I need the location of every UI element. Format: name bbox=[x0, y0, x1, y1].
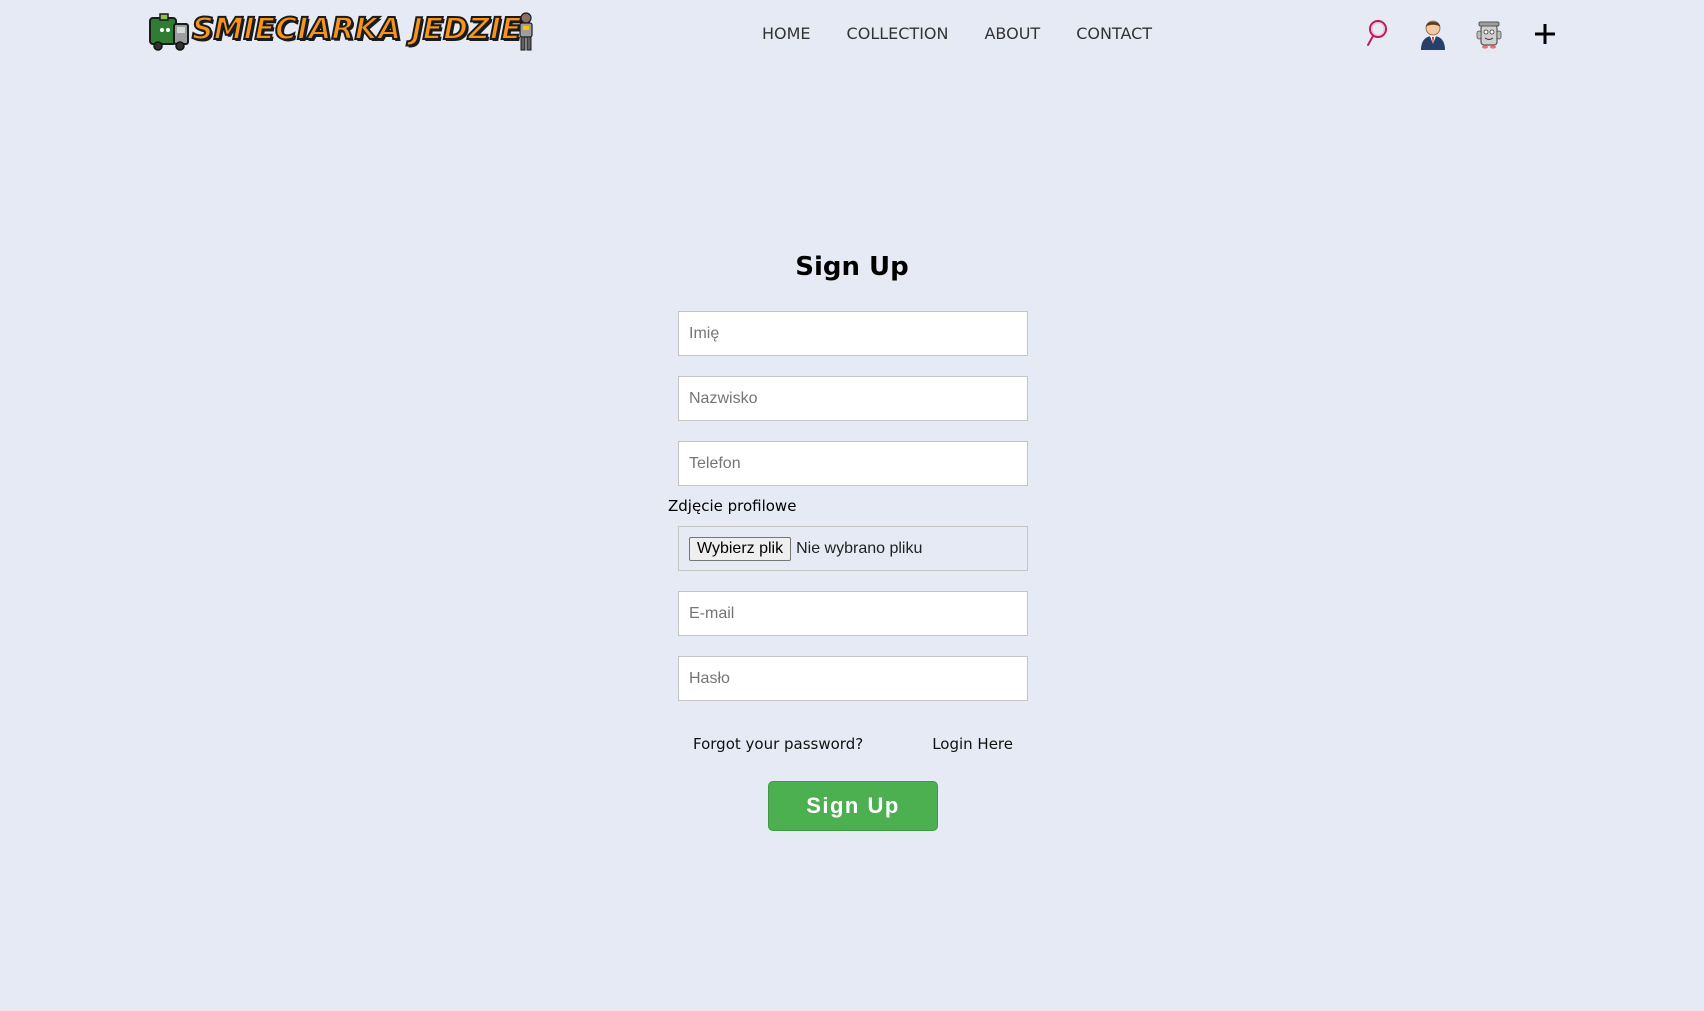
photo-label: Zdjęcie profilowe bbox=[668, 497, 797, 515]
plus-icon bbox=[1535, 24, 1555, 44]
choose-file-button[interactable]: Wybierz plik bbox=[689, 536, 792, 561]
form-title: Sign Up bbox=[795, 252, 909, 282]
bin-mascot-icon bbox=[1476, 21, 1502, 49]
profile-button[interactable] bbox=[1416, 16, 1450, 52]
logo-text: SMIECIARKA JEDZIE bbox=[191, 11, 522, 48]
form-links: Forgot your password? Login Here bbox=[678, 735, 1028, 755]
add-button[interactable] bbox=[1528, 16, 1562, 52]
search-button[interactable] bbox=[1360, 16, 1394, 52]
forgot-password-link[interactable]: Forgot your password? bbox=[693, 735, 863, 753]
login-link[interactable]: Login Here bbox=[932, 735, 1013, 753]
first-name-input[interactable] bbox=[678, 311, 1028, 356]
nav-collection[interactable]: COLLECTION bbox=[847, 24, 949, 43]
header: SMIECIARKA JEDZIE HOME COLLECTION ABOUT … bbox=[0, 0, 1704, 72]
main-nav: HOME COLLECTION ABOUT CONTACT bbox=[762, 24, 1188, 43]
mascot-button[interactable] bbox=[1472, 16, 1506, 52]
garbage-man-icon bbox=[519, 12, 533, 51]
phone-input[interactable] bbox=[678, 441, 1028, 486]
site-logo[interactable]: SMIECIARKA JEDZIE bbox=[148, 10, 538, 54]
email-input[interactable] bbox=[678, 591, 1028, 636]
search-icon bbox=[1367, 20, 1387, 46]
garbage-truck-icon bbox=[149, 13, 189, 51]
last-name-input[interactable] bbox=[678, 376, 1028, 421]
profile-icon bbox=[1421, 20, 1445, 50]
nav-contact[interactable]: CONTACT bbox=[1076, 24, 1152, 43]
photo-file-input[interactable]: Wybierz plik Nie wybrano pliku bbox=[678, 526, 1028, 571]
password-input[interactable] bbox=[678, 656, 1028, 701]
file-status: Nie wybrano pliku bbox=[796, 539, 923, 557]
nav-home[interactable]: HOME bbox=[762, 24, 811, 43]
sign-up-button[interactable]: Sign Up bbox=[768, 781, 938, 831]
header-icons bbox=[1360, 14, 1584, 54]
nav-about[interactable]: ABOUT bbox=[984, 24, 1040, 43]
